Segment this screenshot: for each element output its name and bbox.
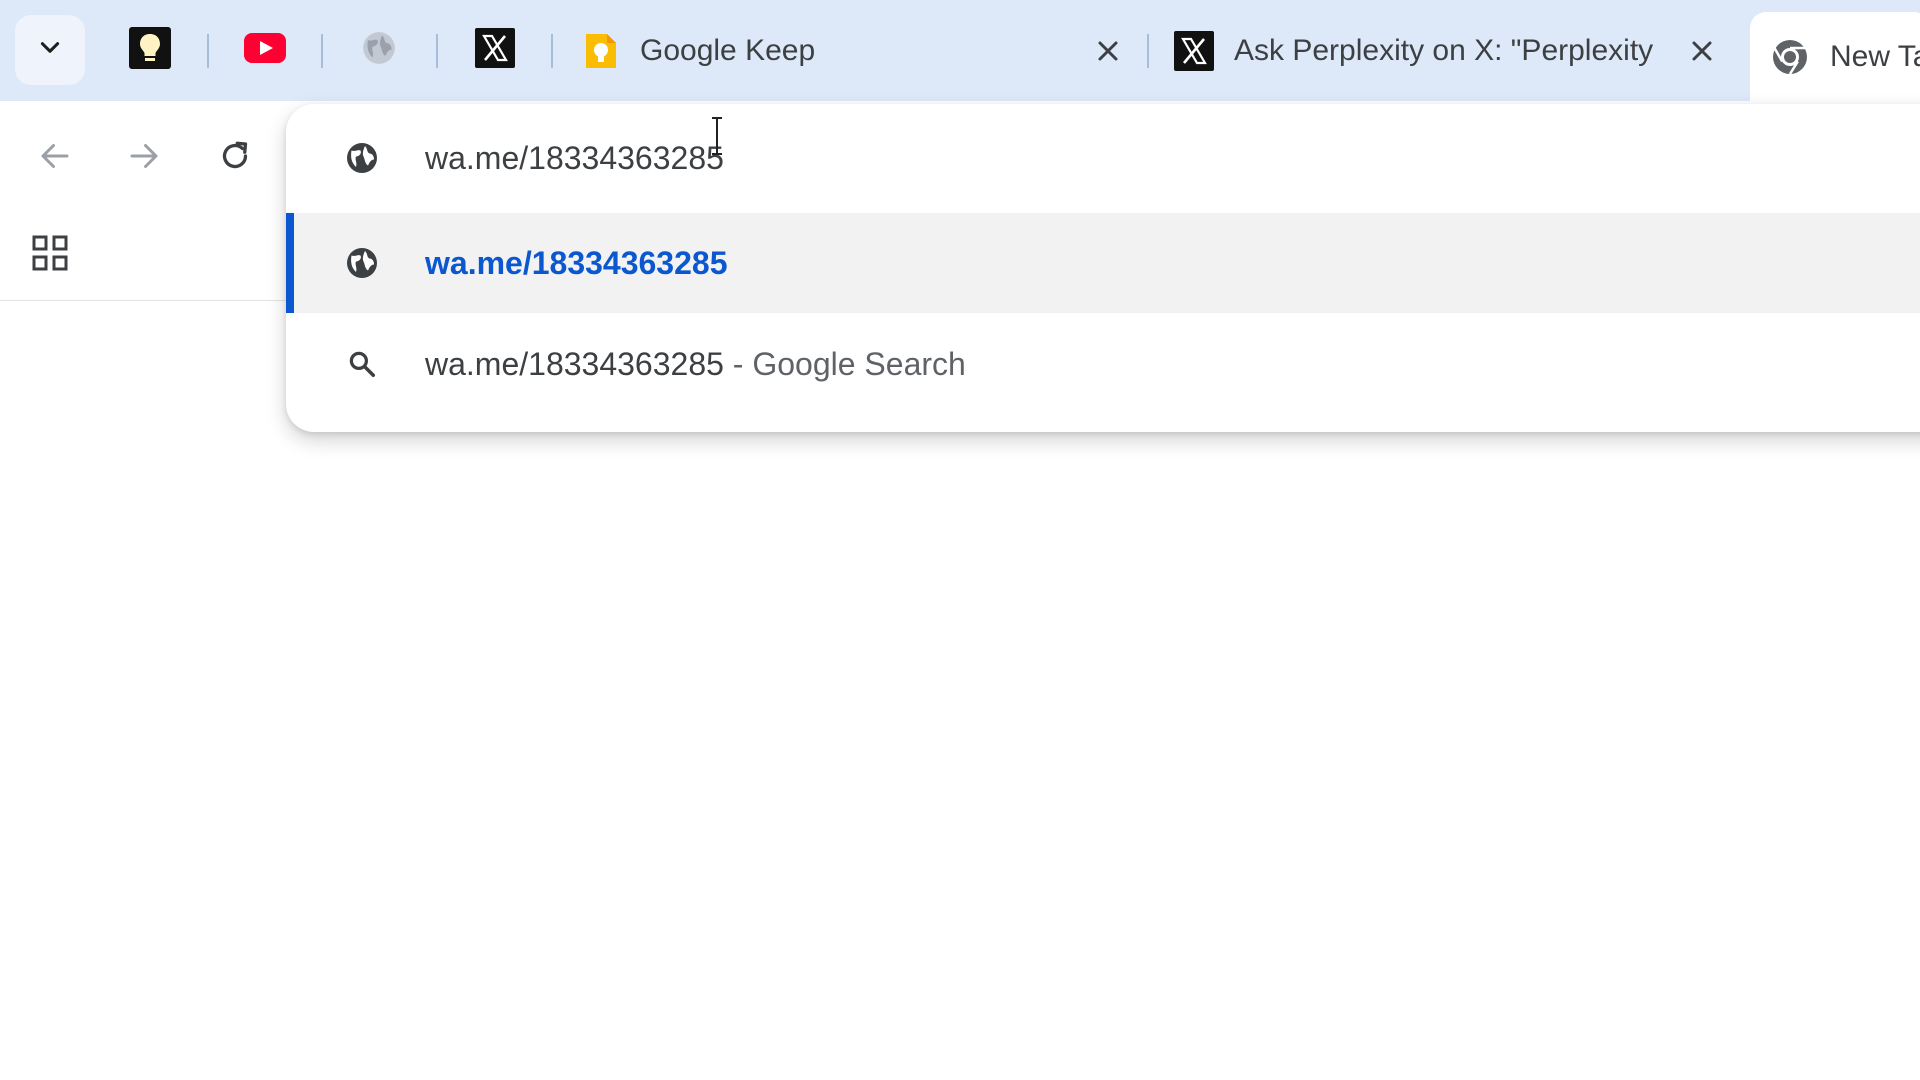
omnibox-input[interactable]: wa.me/18334363285 <box>425 140 724 177</box>
google-keep-icon <box>578 29 622 73</box>
chevron-down-icon <box>37 35 63 66</box>
reload-button[interactable] <box>208 131 262 185</box>
arrow-left-icon <box>37 138 73 179</box>
pinned-tab-globe[interactable] <box>351 22 407 78</box>
back-button[interactable] <box>28 131 82 185</box>
omnibox-input-row[interactable]: wa.me/18334363285 <box>286 104 1920 212</box>
tab-title: Google Keep <box>640 34 816 67</box>
tab-close-button[interactable] <box>1088 31 1128 71</box>
tab-title: Ask Perplexity on X: "Perplexity <box>1234 34 1654 67</box>
tab-ask-perplexity[interactable]: Ask Perplexity on X: "Perplexity <box>1172 14 1732 88</box>
tab-google-keep[interactable]: Google Keep <box>578 14 1138 88</box>
close-icon <box>1098 41 1118 61</box>
pinned-tab-youtube[interactable] <box>237 22 293 78</box>
x-logo-icon <box>1172 29 1216 73</box>
tab-separator <box>321 34 323 68</box>
suggestion-url[interactable]: wa.me/18334363285 <box>286 213 1920 313</box>
tab-title: New Ta <box>1830 39 1920 73</box>
tab-search-button[interactable] <box>15 15 85 85</box>
suggestion-search[interactable]: wa.me/18334363285 - Google Search <box>286 314 1920 414</box>
tab-close-button[interactable] <box>1682 31 1722 71</box>
selection-indicator <box>286 213 294 313</box>
apps-button[interactable] <box>22 227 78 283</box>
forward-button[interactable] <box>117 131 171 185</box>
tab-separator <box>551 34 553 68</box>
apps-grid-icon <box>30 233 70 278</box>
suggestion-query: wa.me/18334363285 <box>425 345 724 382</box>
tab-separator <box>1147 34 1149 68</box>
suggestion-text: wa.me/18334363285 <box>425 244 728 281</box>
tab-strip: Google Keep Ask Perplexity on X: "Perple… <box>0 0 1920 101</box>
x-logo-icon <box>475 27 515 73</box>
tab-new-tab[interactable]: New Ta <box>1750 12 1920 101</box>
chrome-icon <box>1768 35 1812 79</box>
globe-icon <box>342 138 382 178</box>
search-icon <box>342 344 382 384</box>
reload-icon <box>217 138 253 179</box>
close-icon <box>1692 41 1712 61</box>
suggestion-text: wa.me/18334363285 - Google Search <box>425 346 966 383</box>
text-cursor-icon <box>712 117 722 155</box>
suggestion-suffix: - Google Search <box>723 345 966 382</box>
pinned-tab-x[interactable] <box>467 22 523 78</box>
youtube-icon <box>244 32 286 68</box>
tab-separator <box>436 34 438 68</box>
globe-icon <box>342 243 382 283</box>
tab-separator <box>207 34 209 68</box>
arrow-right-icon <box>126 138 162 179</box>
omnibox-dropdown: wa.me/18334363285 wa.me/18334363285 wa.m… <box>286 104 1920 432</box>
pinned-tab-keep[interactable] <box>122 22 178 78</box>
globe-icon <box>360 29 398 72</box>
lightbulb-icon <box>129 26 171 74</box>
